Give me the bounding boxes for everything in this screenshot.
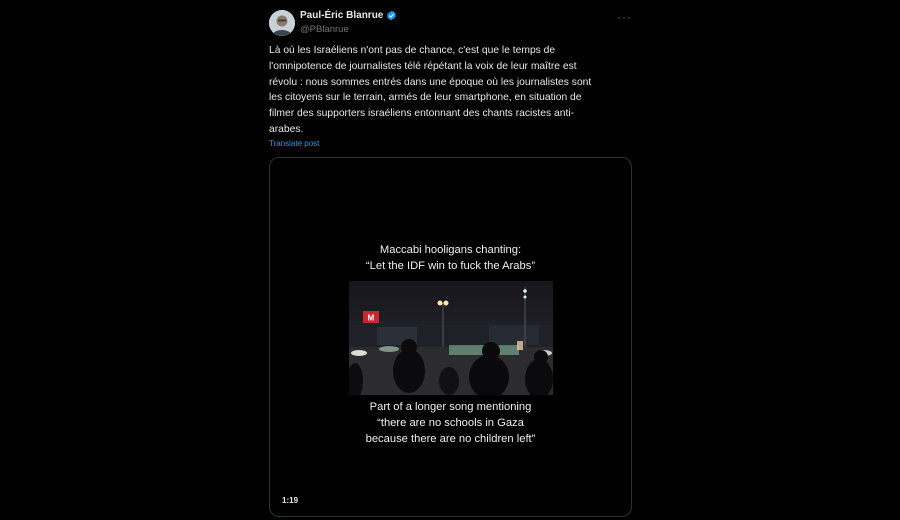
video-caption-top: Maccabi hooligans chanting: “Let the IDF… bbox=[365, 244, 536, 272]
video-player[interactable]: Maccabi hooligans chanting: “Let the IDF… bbox=[269, 157, 632, 517]
author-name-row[interactable]: Paul-Éric Blanrue bbox=[300, 10, 397, 21]
sign-text: M bbox=[368, 314, 375, 323]
post-text: Là où les Israéliens n'ont pas de chance… bbox=[269, 43, 621, 138]
more-icon[interactable]: ··· bbox=[617, 10, 632, 24]
post-text-line: filmer des supporters israéliens entonna… bbox=[269, 108, 575, 120]
post-text-line: les citoyens sur le terrain, armés de le… bbox=[269, 92, 582, 104]
video-duration: 1:19 bbox=[282, 496, 299, 505]
avatar-image bbox=[269, 10, 295, 36]
verified-badge-icon bbox=[387, 10, 397, 21]
post-text-line: arabes. bbox=[269, 123, 304, 135]
video-frame[interactable]: M bbox=[349, 281, 553, 395]
video-caption-bottom: Part of a longer song mentioning “there … bbox=[365, 401, 536, 445]
translate-post-link[interactable]: Translate post bbox=[269, 139, 319, 148]
video-frame-scene: M bbox=[349, 281, 553, 395]
author-avatar[interactable] bbox=[269, 10, 295, 36]
post-text-line: Là où les Israéliens n'ont pas de chance… bbox=[269, 45, 556, 56]
author-name[interactable]: Paul-Éric Blanrue bbox=[300, 10, 383, 21]
post-text-line: révolu : nous sommes entrés dans une épo… bbox=[269, 76, 592, 88]
post-text-line: l'omnipotence de journalistes télé répét… bbox=[269, 60, 577, 72]
author-handle[interactable]: @PBlanrue bbox=[300, 24, 349, 35]
